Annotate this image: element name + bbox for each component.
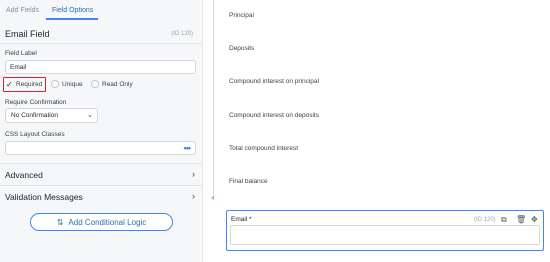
form-row-compound-deposits[interactable]: Compound interest on deposits [229, 112, 319, 119]
field-label-title: Field Label [5, 50, 37, 57]
unique-checkbox[interactable] [51, 80, 59, 88]
checkmark-icon: ✓ [6, 80, 13, 89]
email-field-label: Email * [231, 216, 252, 223]
chevron-down-icon: ⌄ [87, 112, 93, 119]
move-icon[interactable]: ✥ [531, 215, 538, 224]
require-confirmation-select[interactable]: No Confirmation ⌄ [5, 108, 98, 123]
css-classes-input[interactable]: ••• [5, 141, 196, 155]
divider [0, 43, 203, 44]
require-confirmation-title: Require Confirmation [5, 99, 67, 106]
section-validation-messages[interactable]: Validation Messages › [0, 185, 203, 207]
email-field-preview[interactable]: Email * (ID 120) ⧉ 🗑 ✥ [226, 210, 544, 251]
read-only-checkbox[interactable] [91, 80, 99, 88]
form-row-final-balance[interactable]: Final balance [229, 178, 268, 185]
panel-tabs: Add Fields Field Options [0, 0, 203, 22]
field-label-input[interactable]: Email [5, 60, 196, 74]
conditional-logic-icon: ⇅ [56, 217, 64, 227]
unique-label[interactable]: Unique [62, 81, 83, 88]
form-preview: ▼ Principal Deposits Compound interest o… [204, 0, 550, 262]
field-id: (ID 120) [171, 31, 193, 37]
require-confirmation-value: No Confirmation [11, 112, 58, 119]
chevron-right-icon: › [192, 191, 195, 201]
form-row-principal[interactable]: Principal [229, 12, 254, 19]
add-conditional-logic-label: Add Conditional Logic [68, 217, 147, 227]
required-label[interactable]: Required [16, 81, 42, 88]
email-field-id: (ID 120) [474, 217, 496, 223]
tab-field-options[interactable]: Field Options [52, 7, 93, 14]
section-validation-label: Validation Messages [5, 192, 83, 202]
form-row-compound-principal[interactable]: Compound interest on principal [229, 78, 319, 85]
field-title: Email Field [5, 29, 50, 39]
active-tab-indicator [46, 18, 98, 20]
css-classes-title: CSS Layout Classes [5, 131, 65, 138]
tab-add-fields[interactable]: Add Fields [6, 7, 39, 14]
section-advanced[interactable]: Advanced › [0, 163, 203, 185]
section-advanced-label: Advanced [5, 170, 43, 180]
section-guide-line [213, 0, 214, 200]
form-row-deposits[interactable]: Deposits [229, 45, 254, 52]
read-only-label[interactable]: Read Only [102, 81, 133, 88]
email-input-preview[interactable] [230, 225, 540, 245]
more-options-icon[interactable]: ••• [184, 143, 192, 153]
field-options-panel: Add Fields Field Options Email Field (ID… [0, 0, 203, 262]
trash-icon[interactable]: 🗑 [516, 215, 526, 224]
chevron-right-icon: › [192, 169, 195, 179]
form-row-total-compound[interactable]: Total compound interest [229, 145, 298, 152]
add-conditional-logic-button[interactable]: ⇅ Add Conditional Logic [30, 213, 173, 231]
duplicate-icon[interactable]: ⧉ [501, 215, 507, 225]
arrow-down-icon: ▼ [210, 196, 216, 202]
